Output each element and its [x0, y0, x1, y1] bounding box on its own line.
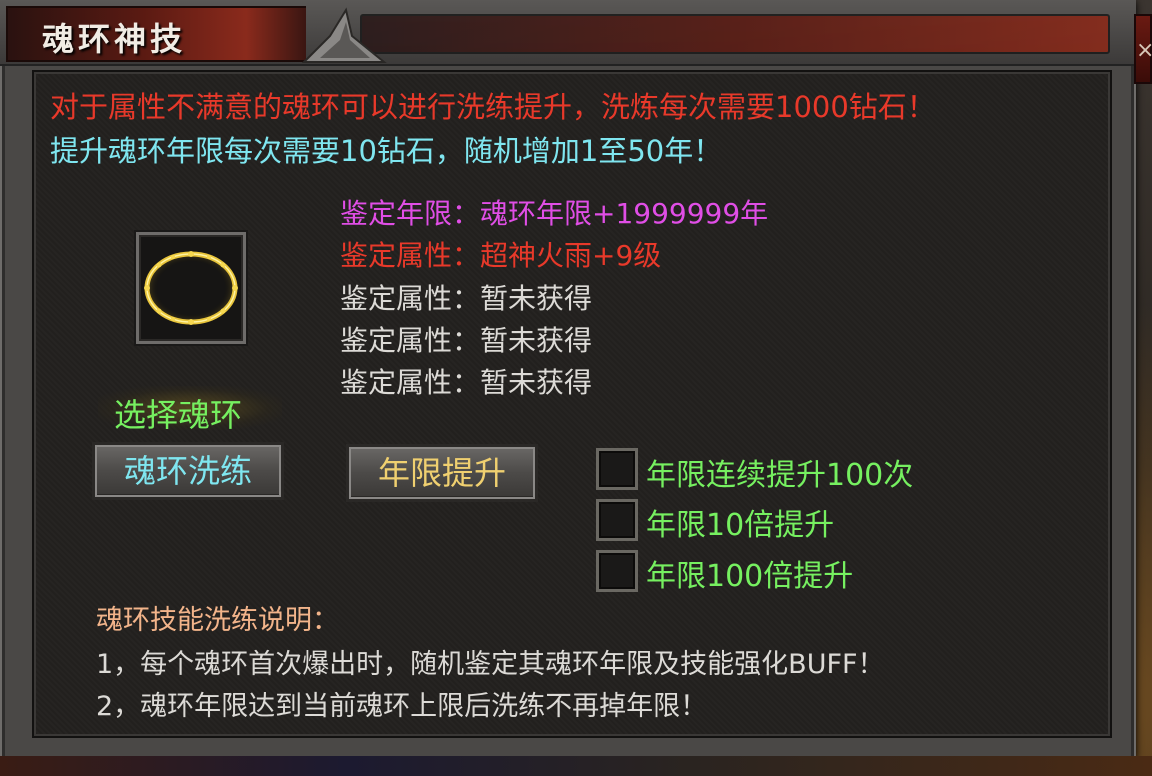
attribute-label: 鉴定属性：: [340, 239, 481, 272]
attribute-label: 鉴定年限：: [340, 197, 481, 230]
attribute-row-years: 鉴定年限：魂环年限+1999999年: [340, 192, 768, 232]
attribute-label: 鉴定属性：: [340, 324, 481, 357]
attribute-value: 魂环年限+1999999年: [480, 197, 769, 230]
game-hud-strip: [0, 756, 1152, 776]
content-area: 对于属性不满意的魂环可以进行洗练提升，洗炼每次需要1000钻石！ 提升魂环年限每…: [32, 70, 1112, 738]
attribute-row-2: 鉴定属性：暂未获得: [340, 277, 592, 317]
upgrade-years-button[interactable]: 年限提升: [346, 444, 538, 502]
option-100x-label: 年限100倍提升: [646, 559, 854, 594]
option-100x-checkbox[interactable]: [596, 550, 638, 592]
attribute-label: 鉴定属性：: [340, 282, 481, 315]
attribute-value: 暂未获得: [480, 324, 593, 357]
soul-ring-panel: 魂环神技 对于属性不满意的魂环可以进行洗练提升，洗炼每次需要1000钻石！ 提升…: [0, 0, 1152, 762]
option-continuous-checkbox[interactable]: [596, 448, 638, 490]
attribute-value: 暂未获得: [480, 366, 593, 399]
attribute-row-1: 鉴定属性：超神火雨+9级: [340, 234, 661, 274]
title-bar: 魂环神技: [0, 0, 1136, 66]
attribute-value: 暂未获得: [480, 282, 593, 315]
option-10x-checkbox[interactable]: [596, 499, 638, 541]
close-button[interactable]: ×: [1134, 14, 1152, 84]
soul-ring-icon: [144, 251, 238, 325]
attribute-label: 鉴定属性：: [340, 366, 481, 399]
refine-cost-notice: 对于属性不满意的魂环可以进行洗练提升，洗炼每次需要1000钻石！: [50, 90, 936, 124]
note-item-2: 2，魂环年限达到当前魂环上限后洗练不再掉年限！: [96, 691, 708, 722]
title-banner: [360, 14, 1110, 54]
attribute-row-4: 鉴定属性：暂未获得: [340, 361, 592, 401]
note-item-1: 1，每个魂环首次爆出时，随机鉴定其魂环年限及技能强化BUFF！: [96, 649, 885, 680]
attribute-row-3: 鉴定属性：暂未获得: [340, 319, 592, 359]
ornament-icon: [301, 7, 387, 63]
option-continuous-label: 年限连续提升100次: [646, 458, 914, 493]
window-title: 魂环神技: [42, 20, 187, 58]
upgrade-cost-notice: 提升魂环年限每次需要10钻石，随机增加1至50年！: [50, 134, 723, 168]
soul-ring-slot[interactable]: [136, 232, 246, 344]
select-soul-ring-link[interactable]: 选择魂环: [114, 390, 242, 436]
attribute-value: 超神火雨+9级: [480, 239, 662, 272]
refine-button[interactable]: 魂环洗练: [92, 442, 284, 500]
option-10x-label: 年限10倍提升: [646, 508, 835, 543]
notes-heading: 魂环技能洗练说明：: [96, 605, 339, 636]
